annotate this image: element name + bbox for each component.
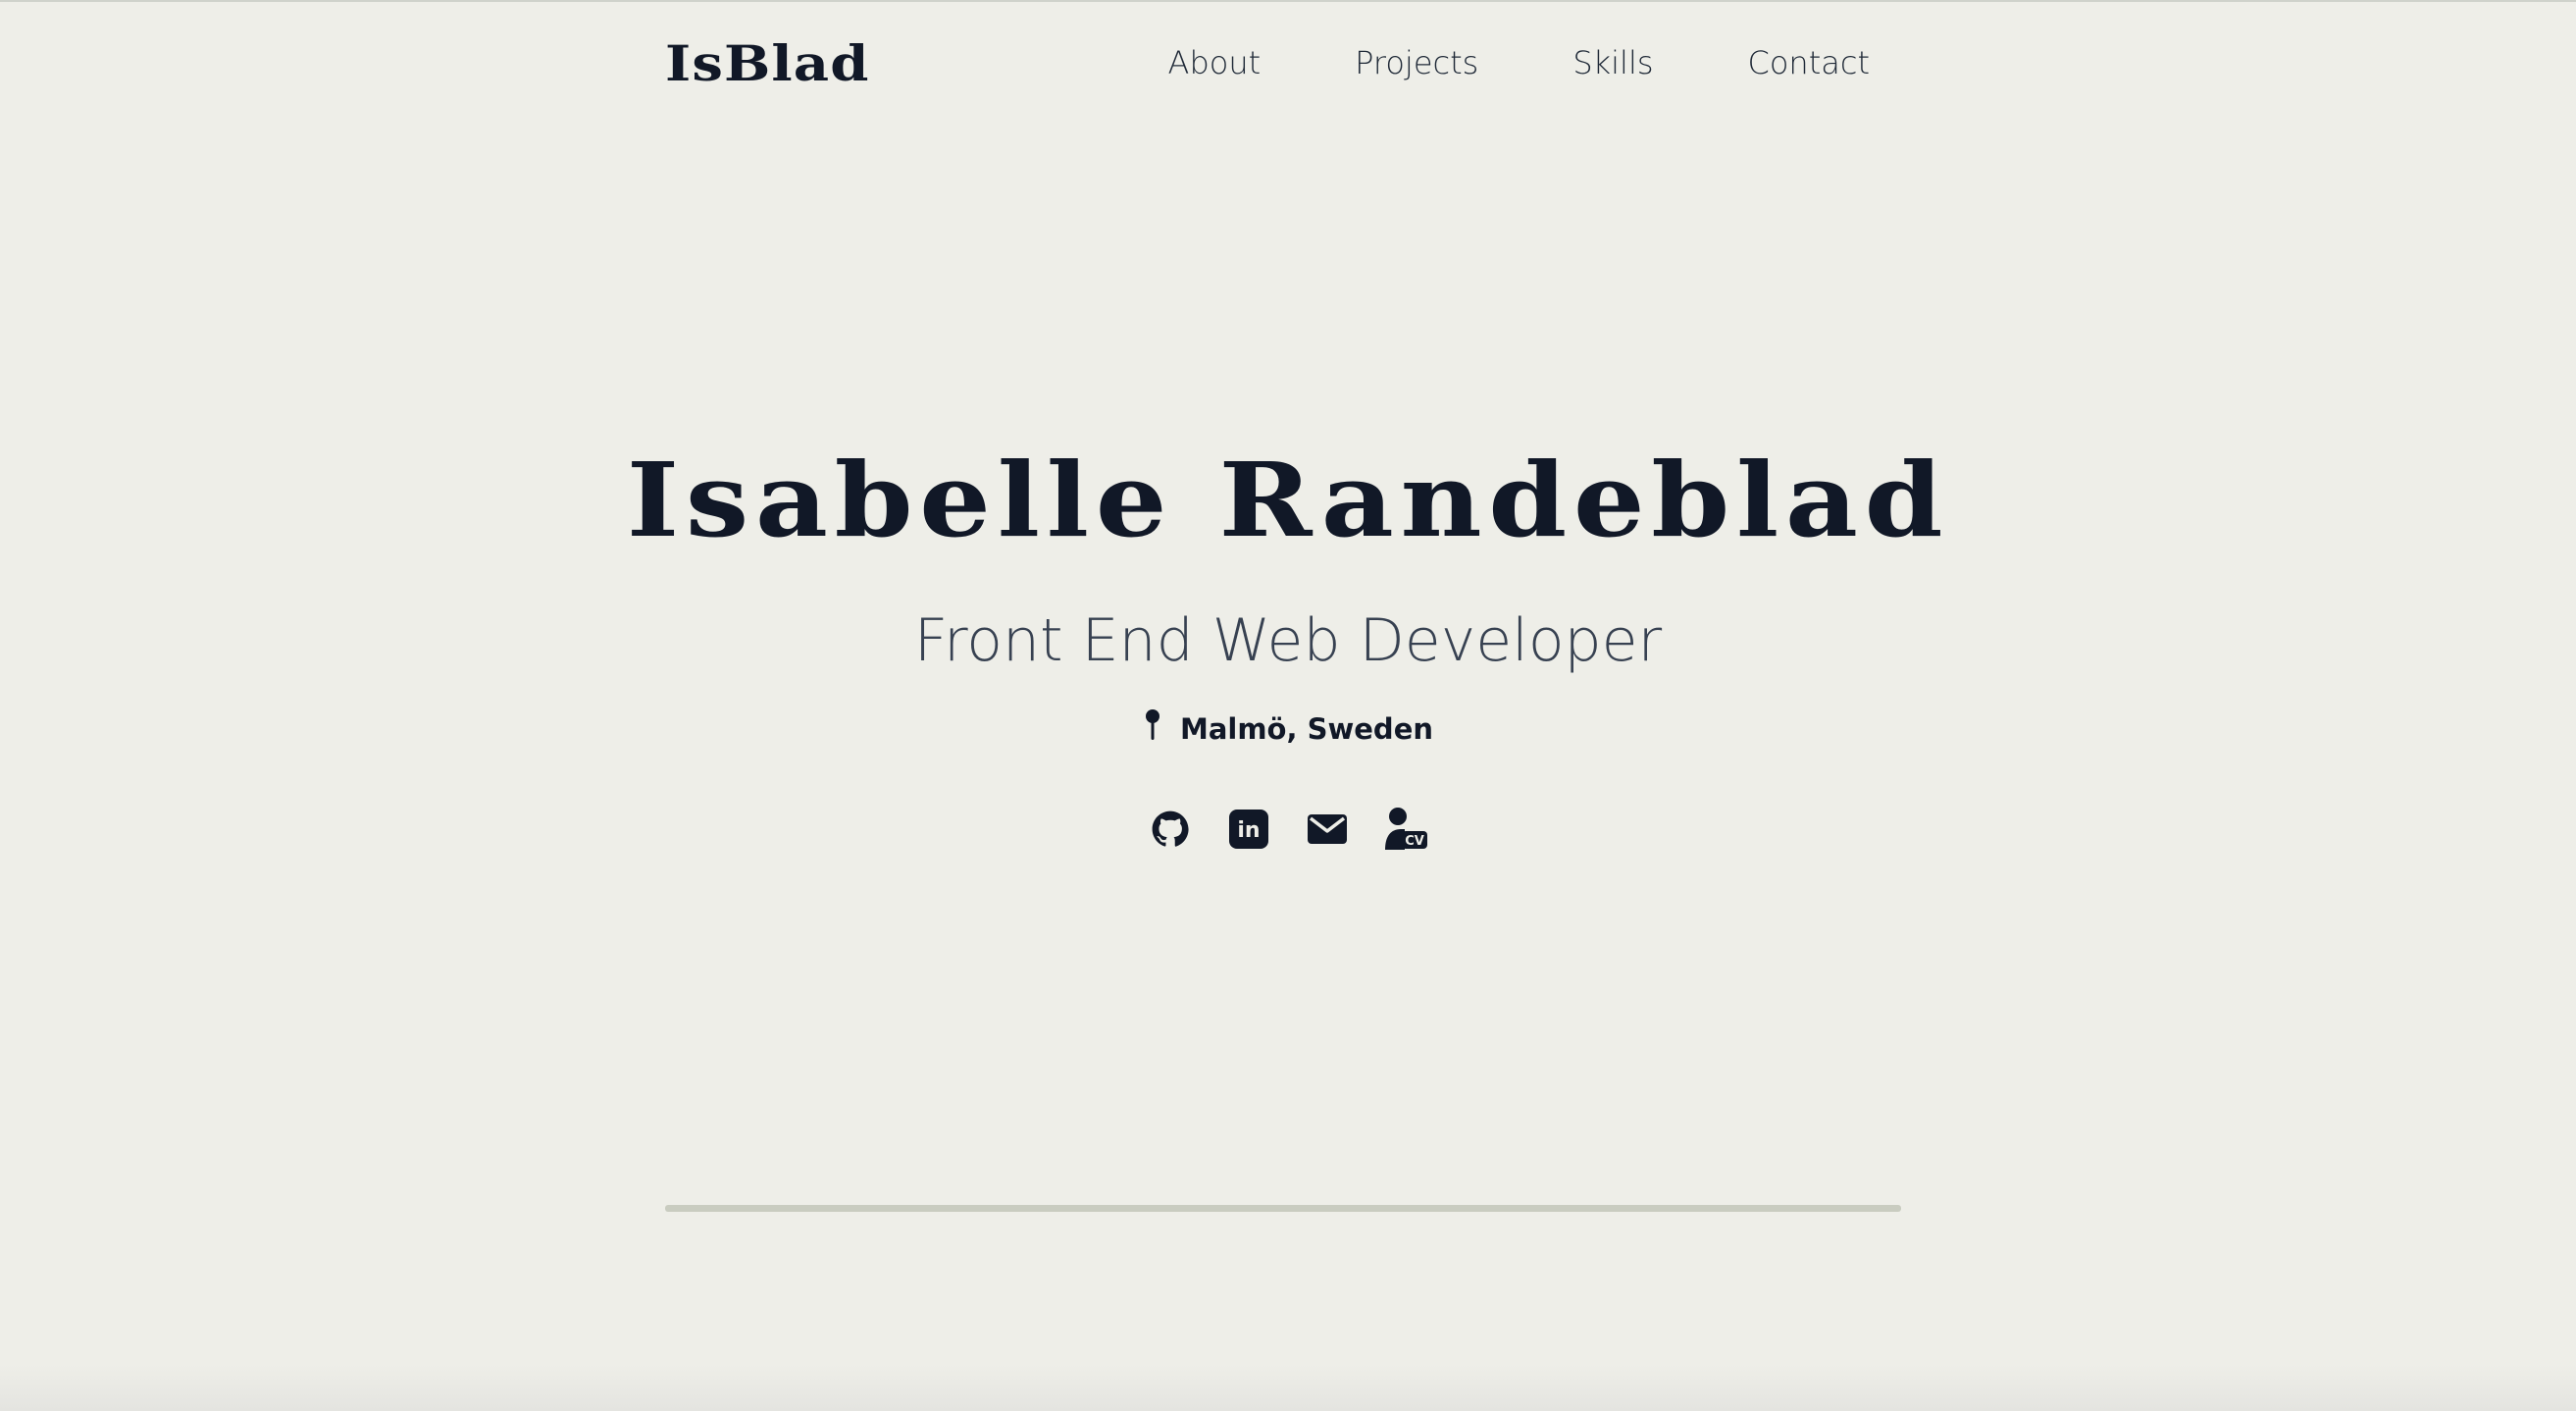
cv-icon[interactable]: CV — [1383, 807, 1428, 852]
top-border — [0, 0, 2576, 2]
location-text: Malmö, Sweden — [1179, 711, 1434, 746]
social-links: in CV — [0, 807, 2576, 852]
nav-link-projects[interactable]: Projects — [1355, 44, 1478, 81]
nav-link-contact[interactable]: Contact — [1748, 44, 1871, 81]
site-logo[interactable]: IsBlad — [665, 34, 869, 92]
bottom-shadow — [0, 1364, 2576, 1411]
linkedin-icon[interactable]: in — [1226, 807, 1271, 852]
github-icon[interactable] — [1148, 807, 1193, 852]
cv-badge: CV — [1405, 834, 1424, 849]
linkedin-badge: in — [1237, 818, 1260, 843]
nav-link-about[interactable]: About — [1168, 44, 1262, 81]
location: Malmö, Sweden — [0, 708, 2576, 749]
mail-icon[interactable] — [1305, 807, 1350, 852]
site-header: IsBlad About Projects Skills Contact — [665, 27, 1901, 98]
nav-link-skills[interactable]: Skills — [1572, 44, 1653, 81]
hero-name: Isabelle Randeblad — [626, 440, 1950, 560]
hero-title: Front End Web Developer — [913, 606, 1663, 675]
section-divider — [665, 1205, 1901, 1212]
map-pin-icon — [1143, 708, 1162, 749]
main-nav: About Projects Skills Contact — [1168, 44, 1870, 81]
